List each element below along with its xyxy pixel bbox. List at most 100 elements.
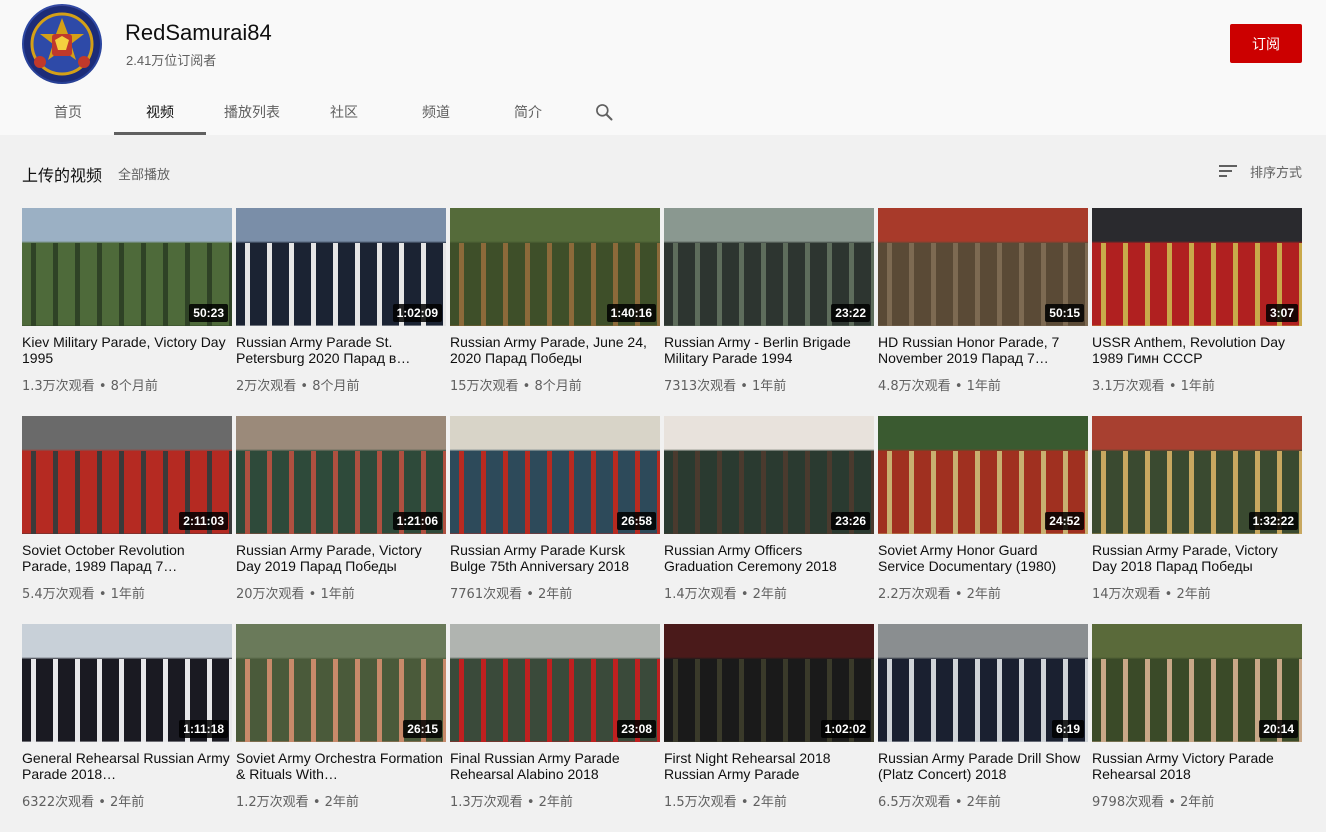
video-age: 2年前 — [752, 587, 787, 602]
video-title[interactable]: USSR Anthem, Revolution Day 1989 Гимн СС… — [1092, 334, 1302, 366]
video-card[interactable]: 23:26 Russian Army Officers Graduation Ce… — [664, 416, 874, 624]
video-thumbnail[interactable]: 26:15 — [236, 624, 446, 742]
sort-button[interactable]: 排序方式 — [1218, 160, 1302, 182]
video-thumbnail[interactable]: 1:40:16 — [450, 208, 660, 326]
video-duration: 23:26 — [831, 512, 870, 530]
video-card[interactable]: 1:40:16 Russian Army Parade, June 24, 202… — [450, 208, 660, 416]
video-title[interactable]: Soviet Army Orchestra Formation & Ritual… — [236, 750, 446, 782]
video-thumbnail[interactable]: 26:58 — [450, 416, 660, 534]
video-age: 8个月前 — [312, 379, 360, 394]
video-card[interactable]: 50:15 HD Russian Honor Parade, 7 November… — [878, 208, 1088, 416]
video-title[interactable]: Soviet October Revolution Parade, 1989 П… — [22, 542, 232, 574]
video-title[interactable]: Kiev Military Parade, Victory Day 1995 — [22, 334, 232, 366]
video-thumbnail[interactable]: 6:19 — [878, 624, 1088, 742]
video-title[interactable]: Russian Army Parade, Victory Day 2018 Па… — [1092, 542, 1302, 574]
video-title[interactable]: Soviet Army Honor Guard Service Document… — [878, 542, 1088, 574]
channel-search-button[interactable] — [574, 88, 634, 135]
video-thumbnail[interactable]: 50:15 — [878, 208, 1088, 326]
video-metadata: 1.3万次观看 • 8个月前 — [22, 375, 232, 394]
video-title[interactable]: Russian Army Parade St. Petersburg 2020 … — [236, 334, 446, 366]
tab-about[interactable]: 简介 — [482, 88, 574, 135]
video-thumbnail[interactable]: 2:11:03 — [22, 416, 232, 534]
video-views: 9798次观看 — [1092, 795, 1165, 810]
video-card[interactable]: 23:08 Final Russian Army Parade Rehearsal… — [450, 624, 660, 832]
video-card[interactable]: 23:22 Russian Army - Berlin Brigade Milit… — [664, 208, 874, 416]
video-thumbnail[interactable]: 1:21:06 — [236, 416, 446, 534]
video-title[interactable]: Russian Army Parade Drill Show (Platz Co… — [878, 750, 1088, 782]
video-thumbnail[interactable]: 23:22 — [664, 208, 874, 326]
video-age: 2年前 — [538, 587, 573, 602]
video-thumbnail[interactable]: 1:02:02 — [664, 624, 874, 742]
emblem-icon — [24, 6, 100, 82]
video-duration: 2:11:03 — [179, 512, 228, 530]
video-thumbnail[interactable]: 3:07 — [1092, 208, 1302, 326]
meta-separator: • — [94, 795, 111, 810]
video-title[interactable]: General Rehearsal Russian Army Parade 20… — [22, 750, 232, 782]
video-thumbnail[interactable]: 50:23 — [22, 208, 232, 326]
video-card[interactable]: 26:58 Russian Army Parade Kursk Bulge 75t… — [450, 416, 660, 624]
tab-channels[interactable]: 频道 — [390, 88, 482, 135]
channel-name[interactable]: RedSamurai84 — [125, 20, 272, 46]
video-views: 5.4万次观看 — [22, 587, 95, 602]
video-card[interactable]: 1:02:02 First Night Rehearsal 2018 Russia… — [664, 624, 874, 832]
channel-avatar[interactable] — [22, 4, 102, 84]
video-card[interactable]: 6:19 Russian Army Parade Drill Show (Plat… — [878, 624, 1088, 832]
video-duration: 3:07 — [1265, 304, 1298, 322]
video-card[interactable]: 2:11:03 Soviet October Revolution Parade,… — [22, 416, 232, 624]
video-title[interactable]: Russian Army Parade, June 24, 2020 Парад… — [450, 334, 660, 366]
meta-separator: • — [950, 587, 967, 602]
video-thumbnail[interactable]: 20:14 — [1092, 624, 1302, 742]
video-thumbnail[interactable]: 1:02:09 — [236, 208, 446, 326]
tab-playlists[interactable]: 播放列表 — [206, 88, 298, 135]
video-title[interactable]: Final Russian Army Parade Rehearsal Alab… — [450, 750, 660, 782]
video-duration: 1:02:09 — [392, 304, 442, 322]
video-card[interactable]: 1:02:09 Russian Army Parade St. Petersbur… — [236, 208, 446, 416]
video-metadata: 9798次观看 • 2年前 — [1092, 791, 1302, 810]
sort-icon — [1219, 165, 1237, 177]
video-views: 20万次观看 — [236, 587, 305, 602]
video-views: 7761次观看 — [450, 587, 523, 602]
video-thumbnail[interactable]: 23:08 — [450, 624, 660, 742]
video-title[interactable]: Russian Army - Berlin Brigade Military P… — [664, 334, 874, 366]
video-title[interactable]: Russian Army Victory Parade Rehearsal 20… — [1092, 750, 1302, 782]
video-metadata: 5.4万次观看 • 1年前 — [22, 583, 232, 602]
video-card[interactable]: 26:15 Soviet Army Orchestra Formation & R… — [236, 624, 446, 832]
video-thumbnail[interactable]: 24:52 — [878, 416, 1088, 534]
video-views: 1.3万次观看 — [450, 795, 523, 810]
meta-separator: • — [1164, 379, 1181, 394]
video-card[interactable]: 24:52 Soviet Army Honor Guard Service Doc… — [878, 416, 1088, 624]
video-age: 2年前 — [538, 795, 573, 810]
meta-separator: • — [1160, 587, 1177, 602]
video-card[interactable]: 1:32:22 Russian Army Parade, Victory Day … — [1092, 416, 1302, 624]
video-thumbnail[interactable]: 23:26 — [664, 416, 874, 534]
video-age: 1年前 — [752, 379, 787, 394]
video-views: 7313次观看 — [664, 379, 737, 394]
video-title[interactable]: Russian Army Parade, Victory Day 2019 Па… — [236, 542, 446, 574]
video-title[interactable]: Russian Army Parade Kursk Bulge 75th Ann… — [450, 542, 660, 574]
video-card[interactable]: 1:21:06 Russian Army Parade, Victory Day … — [236, 416, 446, 624]
video-thumbnail[interactable]: 1:32:22 — [1092, 416, 1302, 534]
video-title[interactable]: HD Russian Honor Parade, 7 November 2019… — [878, 334, 1088, 366]
meta-separator: • — [308, 795, 325, 810]
video-duration: 24:52 — [1045, 512, 1084, 530]
video-metadata: 15万次观看 • 8个月前 — [450, 375, 660, 394]
channel-header: RedSamurai84 2.41万位订阅者 订阅 首页 视频 播放列表 社区 … — [0, 0, 1326, 135]
tab-community[interactable]: 社区 — [298, 88, 390, 135]
video-title[interactable]: Russian Army Officers Graduation Ceremon… — [664, 542, 874, 574]
video-age: 2年前 — [966, 795, 1001, 810]
video-duration: 1:02:02 — [820, 720, 870, 738]
video-duration: 20:14 — [1259, 720, 1298, 738]
video-title[interactable]: First Night Rehearsal 2018 Russian Army … — [664, 750, 874, 782]
video-duration: 26:58 — [617, 512, 656, 530]
meta-separator: • — [736, 587, 753, 602]
video-card[interactable]: 50:23 Kiev Military Parade, Victory Day 1… — [22, 208, 232, 416]
video-thumbnail[interactable]: 1:11:18 — [22, 624, 232, 742]
video-card[interactable]: 1:11:18 General Rehearsal Russian Army Pa… — [22, 624, 232, 832]
tab-home[interactable]: 首页 — [22, 88, 114, 135]
meta-separator: • — [950, 379, 967, 394]
video-card[interactable]: 20:14 Russian Army Victory Parade Rehears… — [1092, 624, 1302, 832]
play-all-link[interactable]: 全部播放 — [118, 164, 170, 183]
subscribe-button[interactable]: 订阅 — [1230, 24, 1302, 63]
video-card[interactable]: 3:07 USSR Anthem, Revolution Day 1989 Гим… — [1092, 208, 1302, 416]
tab-videos[interactable]: 视频 — [114, 88, 206, 135]
